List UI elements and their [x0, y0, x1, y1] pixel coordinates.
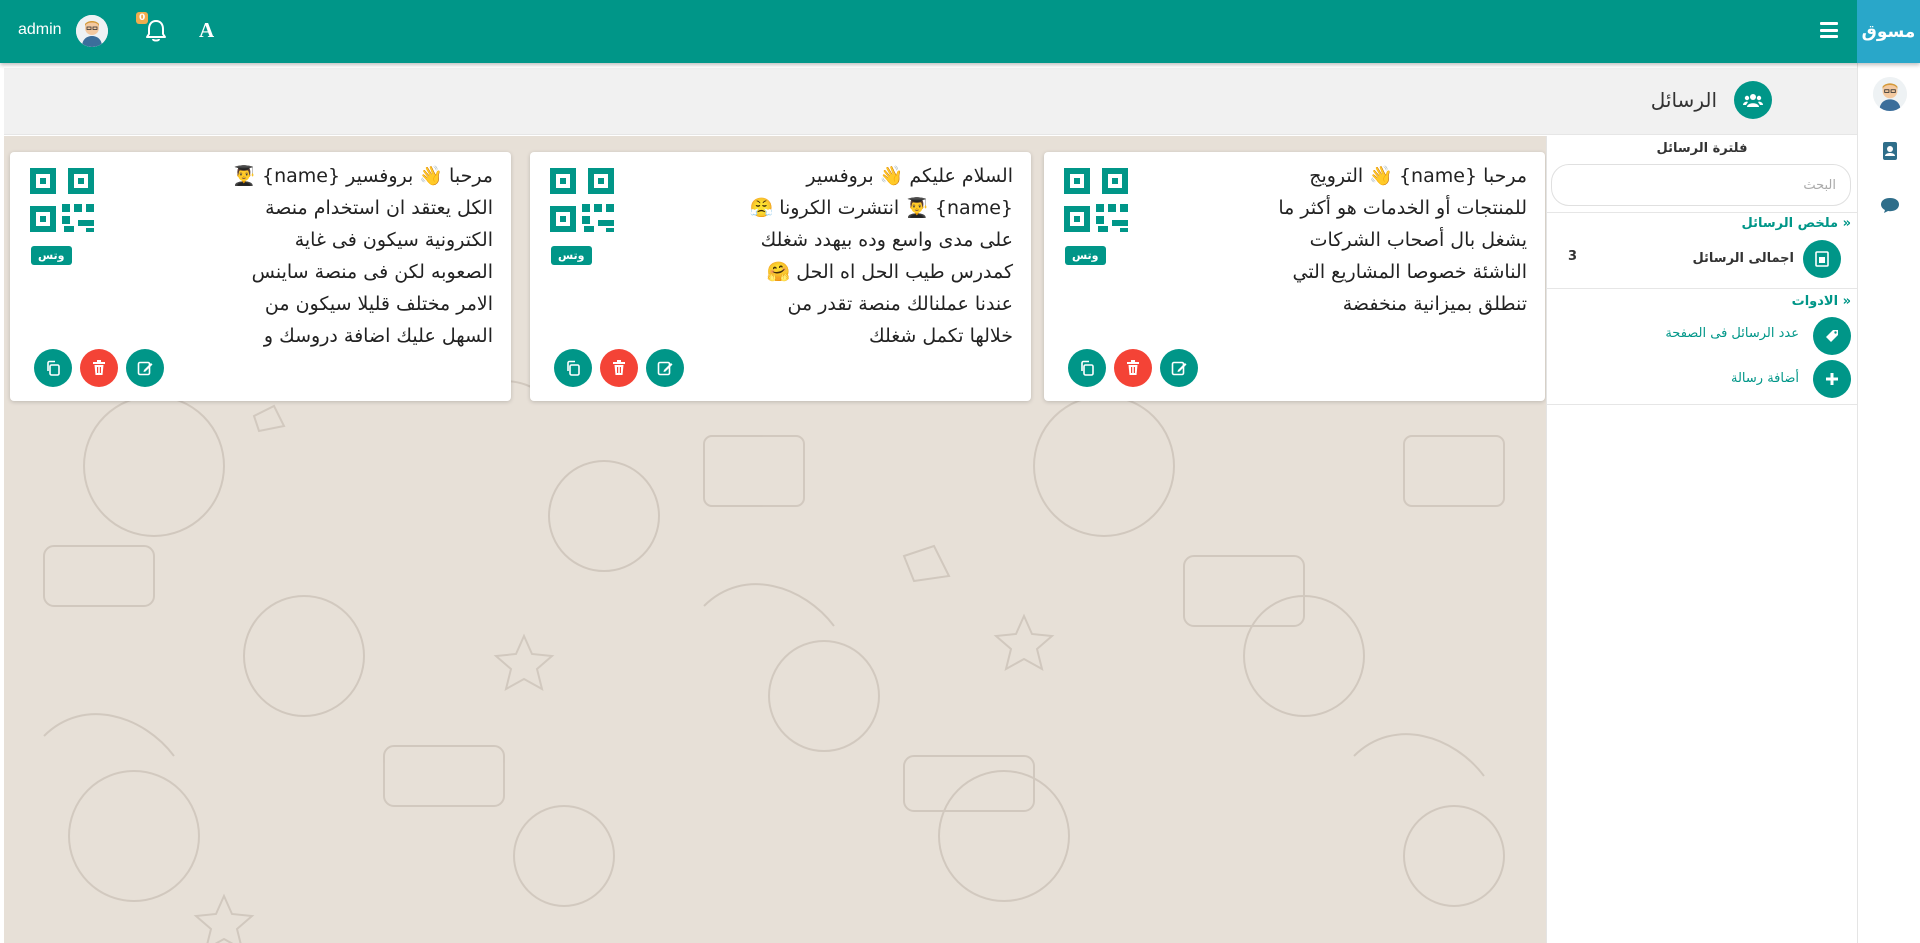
copy-icon: [1081, 360, 1094, 376]
qr-icon[interactable]: [550, 168, 614, 232]
filter-panel: فلترة الرسائل « ملخص الرسائل اجمالى الرس…: [1546, 136, 1857, 943]
font-size-button[interactable]: A: [199, 18, 214, 43]
page-header: الرسائل: [4, 68, 1857, 135]
page-title: الرسائل: [1650, 88, 1717, 112]
copy-button[interactable]: [34, 349, 72, 387]
message-text: مرحبا 👋 بروفسير {name} 👨‍🎓 الكل يعتقد ان…: [226, 165, 493, 347]
channel-badge: وتس: [1065, 246, 1106, 265]
side-rail: [1857, 63, 1920, 943]
copy-icon: [47, 360, 60, 376]
copy-button[interactable]: [554, 349, 592, 387]
top-navbar: مسوق admin 0 A: [0, 0, 1920, 63]
per-page-link[interactable]: عدد الرسائل فى الصفحة: [1665, 326, 1799, 341]
add-message-link[interactable]: أضافة رسالة: [1731, 371, 1799, 386]
trash-icon: [1127, 360, 1139, 375]
bell-icon[interactable]: [144, 18, 168, 44]
message-card: مرحبا {name} 👋 الترويج للمنتجات أو الخدم…: [1044, 152, 1545, 401]
message-text: السلام عليكم 👋 بروفسير {name} 👨‍🎓 انتشرت…: [743, 165, 1013, 347]
qr-icon[interactable]: [30, 168, 94, 232]
user-avatar[interactable]: [76, 15, 108, 47]
user-name[interactable]: admin: [18, 21, 62, 39]
search-input[interactable]: [1551, 164, 1851, 206]
delete-button[interactable]: [600, 349, 638, 387]
message-card: مرحبا 👋 بروفسير {name} 👨‍🎓 الكل يعتقد ان…: [10, 152, 511, 401]
plus-icon[interactable]: [1813, 360, 1851, 398]
tag-icon[interactable]: [1813, 317, 1851, 355]
delete-button[interactable]: [80, 349, 118, 387]
edit-button[interactable]: [646, 349, 684, 387]
divider: [1547, 288, 1857, 289]
qr-icon[interactable]: [1064, 168, 1128, 232]
message-card: السلام عليكم 👋 بروفسير {name} 👨‍🎓 انتشرت…: [530, 152, 1031, 401]
hamburger-icon[interactable]: [1820, 22, 1838, 38]
users-icon: [1734, 81, 1772, 119]
tools-heading[interactable]: « الادوات: [1792, 294, 1851, 309]
trash-icon: [613, 360, 625, 375]
total-label: اجمالى الرسائل: [1692, 251, 1794, 266]
doc-icon: [1803, 240, 1841, 278]
copy-button[interactable]: [1068, 349, 1106, 387]
divider: [1547, 212, 1857, 213]
summary-heading[interactable]: « ملخص الرسائل: [1742, 216, 1851, 231]
divider: [1547, 404, 1857, 405]
delete-button[interactable]: [1114, 349, 1152, 387]
channel-badge: وتس: [551, 246, 592, 265]
contacts-icon[interactable]: [1880, 141, 1900, 161]
edit-icon: [657, 361, 673, 376]
copy-icon: [567, 360, 580, 376]
comment-icon[interactable]: [1880, 195, 1900, 215]
message-text: مرحبا {name} 👋 الترويج للمنتجات أو الخدم…: [1272, 165, 1527, 315]
edit-button[interactable]: [1160, 349, 1198, 387]
messages-area: مرحبا 👋 بروفسير {name} 👨‍🎓 الكل يعتقد ان…: [4, 136, 1546, 943]
edit-button[interactable]: [126, 349, 164, 387]
filter-title: فلترة الرسائل: [1656, 141, 1748, 156]
edit-icon: [137, 361, 153, 376]
brand-logo[interactable]: مسوق: [1857, 0, 1920, 63]
total-value: 3: [1568, 249, 1578, 264]
rail-avatar[interactable]: [1873, 77, 1907, 111]
trash-icon: [93, 360, 105, 375]
edit-icon: [1171, 361, 1187, 376]
channel-badge: وتس: [31, 246, 72, 265]
